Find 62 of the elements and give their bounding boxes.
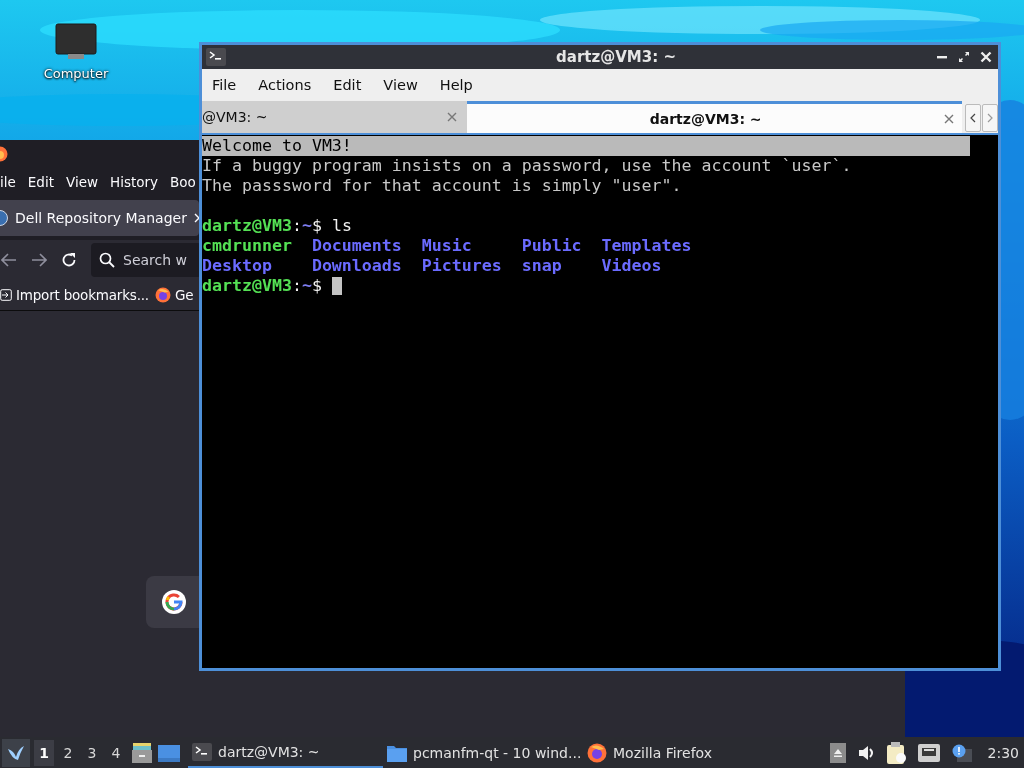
menu-item[interactable]: Boo <box>170 174 196 190</box>
menu-item[interactable]: Edit <box>27 174 54 190</box>
file-name: snap <box>521 256 562 275</box>
desktop-switch[interactable]: 4 <box>106 739 126 766</box>
desktop-switch[interactable]: 3 <box>82 739 102 766</box>
menu-item[interactable]: Help <box>439 77 473 93</box>
prompt-line: dartz@VM3:~$ <box>202 276 322 296</box>
file-name: Templates <box>601 236 692 255</box>
desktop-switch[interactable]: 2 <box>58 739 78 766</box>
terminal-tab[interactable]: @VM3: ~ <box>202 101 468 133</box>
chevron-right-icon <box>987 113 993 123</box>
notification-icon[interactable] <box>951 743 972 762</box>
reload-icon[interactable] <box>61 252 77 268</box>
file-name: Pictures <box>421 256 502 275</box>
terminal-line: The passsword for that account is simply "user". <box>202 176 683 196</box>
menu-item[interactable]: View <box>383 77 418 93</box>
file-name: Music <box>421 236 472 255</box>
eject-icon[interactable] <box>829 742 846 763</box>
file-cabinet-icon[interactable] <box>132 742 152 763</box>
folder-icon <box>387 743 407 762</box>
taskbar-button[interactable]: Mozilla Firefox <box>583 737 723 768</box>
taskbar-button[interactable]: pcmanfm-qt - 10 wind... <box>383 737 583 768</box>
back-icon[interactable] <box>1 253 17 267</box>
terminal-line: If a buggy program insists on a password, use the account `user`. <box>202 156 853 176</box>
menu-item[interactable]: ile <box>0 174 16 190</box>
menu-item[interactable]: File <box>212 77 237 93</box>
terminal-icon <box>192 742 212 761</box>
bookmark[interactable]: Ge <box>154 287 194 303</box>
terminal-icon <box>206 48 226 66</box>
prompt-line: dartz@VM3:~$ ls <box>202 216 352 236</box>
menu-item[interactable]: View <box>65 174 98 190</box>
menu-item[interactable]: History <box>110 174 159 190</box>
file-name: Downloads <box>311 256 402 275</box>
menu-item[interactable]: Edit <box>333 77 362 93</box>
forward-icon[interactable] <box>31 253 47 267</box>
window-title: dartz@VM3: ~ <box>555 48 677 66</box>
import-icon <box>0 289 12 301</box>
search-icon <box>99 252 115 268</box>
file-name: Videos <box>601 256 662 275</box>
shortcut-tile[interactable] <box>146 576 199 628</box>
clipboard-icon[interactable] <box>885 741 906 764</box>
site-icon <box>0 210 8 226</box>
network-icon[interactable] <box>917 743 940 762</box>
bookmark[interactable]: Import bookmarks... <box>0 287 149 303</box>
file-name: Desktop <box>202 256 272 275</box>
clock[interactable]: 2:30 <box>987 744 1019 761</box>
browser-tab[interactable]: Dell Repository Manager <box>0 200 199 236</box>
google-icon <box>162 590 186 614</box>
file-name: Public <box>521 236 582 255</box>
monitor-icon[interactable] <box>54 22 98 62</box>
search-field[interactable]: Search w <box>91 243 199 277</box>
terminal-tab[interactable]: dartz@VM3: ~ <box>467 101 962 133</box>
file-name: Documents <box>311 236 402 255</box>
taskbar-button[interactable]: dartz@VM3: ~ <box>188 737 383 768</box>
chevron-left-icon <box>970 113 976 123</box>
show-desktop-icon[interactable] <box>158 743 180 762</box>
menu-item[interactable]: Actions <box>258 77 312 93</box>
file-name: cmdrunner <box>202 236 292 255</box>
start-button[interactable] <box>2 738 30 767</box>
speaker-icon[interactable] <box>857 744 874 761</box>
maximize-icon[interactable] <box>958 51 970 63</box>
desktop-switch[interactable]: 1 <box>34 739 54 766</box>
